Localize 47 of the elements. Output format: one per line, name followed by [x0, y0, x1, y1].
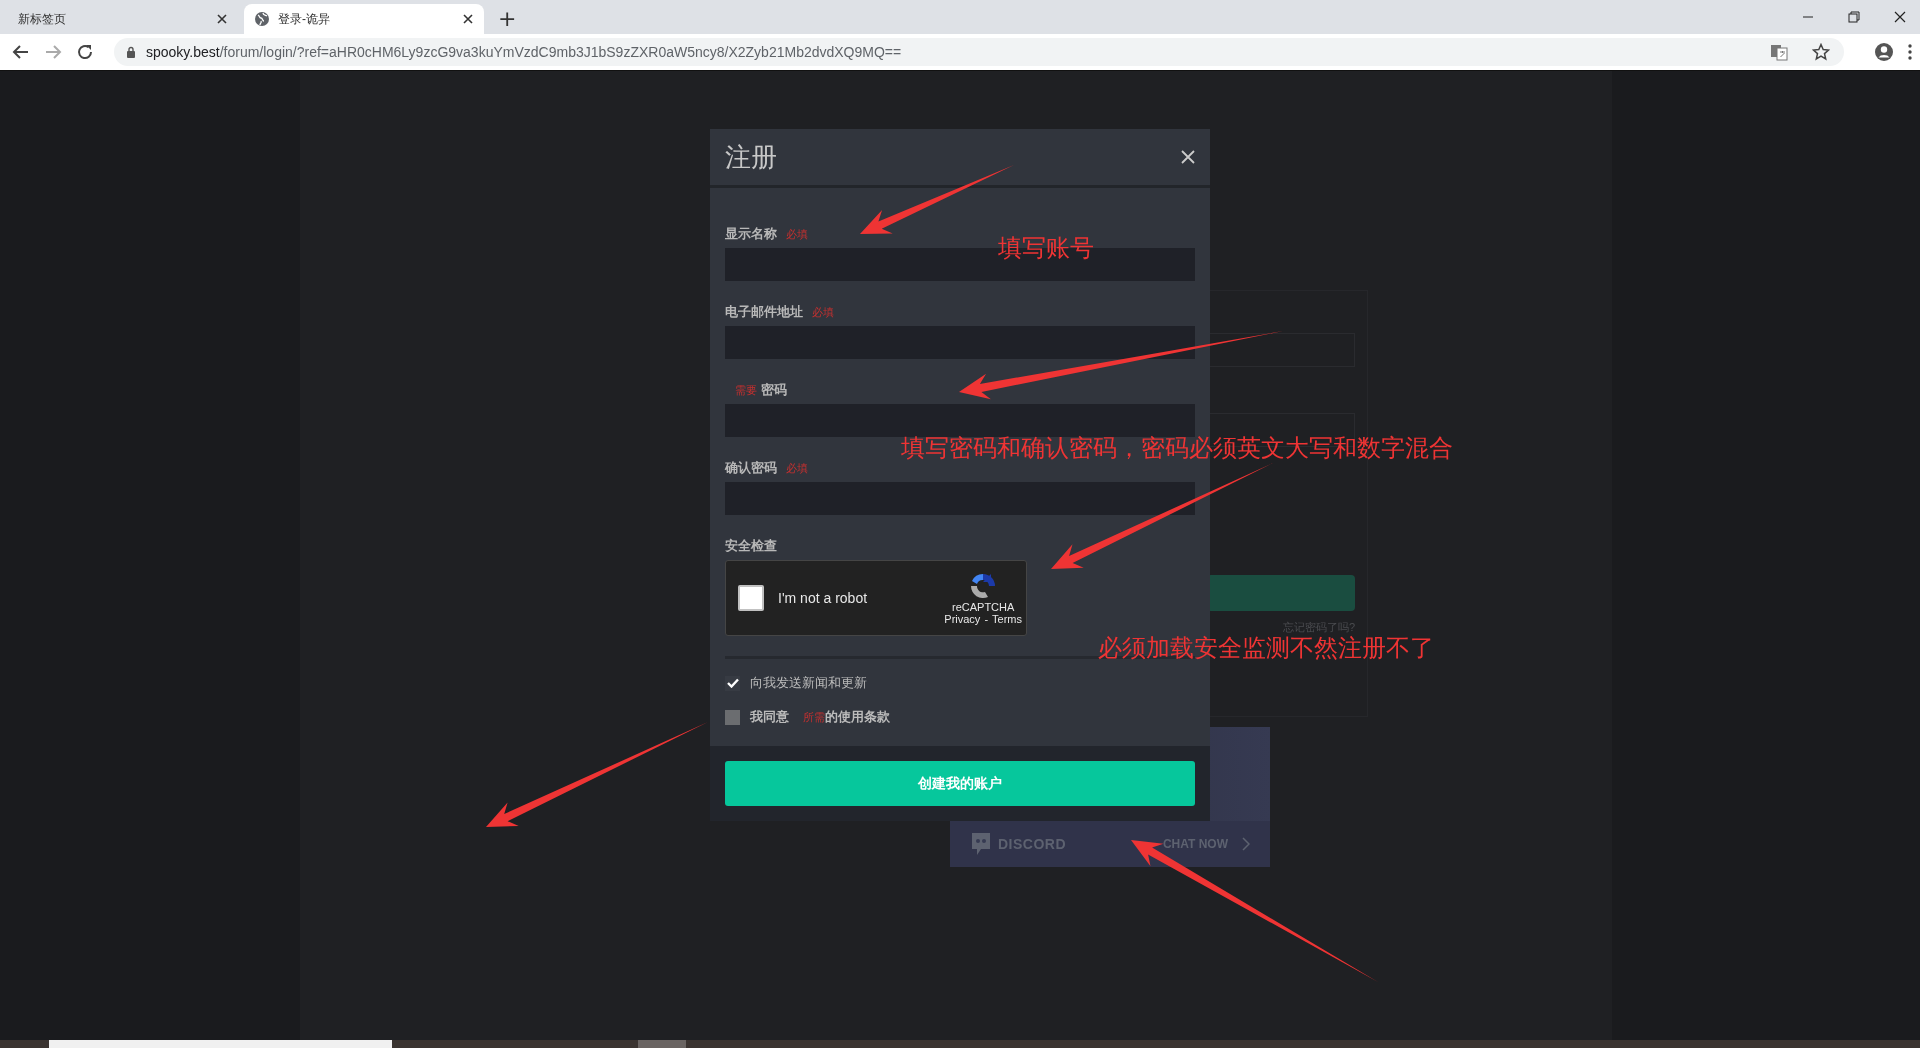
lock-icon — [126, 46, 136, 58]
separator-text: - — [984, 613, 989, 625]
field-label: 确认密码 — [725, 459, 777, 477]
browser-tab[interactable]: 登录-诡异 — [244, 4, 484, 34]
annotation-text: 填写账号 — [998, 233, 1094, 263]
checkbox-label: 我同意 — [750, 708, 789, 726]
checkbox[interactable] — [725, 675, 740, 691]
privacy-link[interactable]: Privacy — [944, 613, 981, 625]
field-label: 显示名称 — [725, 225, 777, 243]
annotation-text: 必须加载安全监测不然注册不了 — [1098, 633, 1434, 663]
terms-link[interactable]: Terms — [992, 613, 1022, 625]
star-icon[interactable] — [1812, 43, 1830, 61]
recaptcha-brand: reCAPTCHA — [952, 601, 1015, 613]
required-tag: 必填 — [812, 304, 834, 320]
terms-link[interactable]: 的使用条款 — [825, 708, 890, 726]
url-text: spooky.best/forum/login/?ref=aHR0cHM6Ly9zcG9va3kuYmVzdC9mb3J1bS9zZXR0aW5ncy8/X2Zyb21Mb2dvdXQ9MQ== — [146, 44, 902, 60]
captcha-checkbox[interactable] — [738, 585, 764, 611]
required-tag: 必填 — [786, 226, 808, 242]
account-icon[interactable] — [1874, 42, 1894, 62]
menu-icon[interactable] — [1908, 44, 1912, 60]
restore-icon[interactable] — [1848, 11, 1860, 23]
translate-icon[interactable] — [1770, 43, 1788, 61]
reload-icon[interactable] — [76, 43, 94, 61]
field-label: 电子邮件地址 — [725, 303, 803, 321]
dialog-title: 注册 — [725, 140, 777, 174]
forward-icon[interactable] — [44, 43, 62, 61]
input-field[interactable] — [725, 326, 1195, 359]
close-icon[interactable] — [462, 13, 474, 25]
required-tag: 所需 — [803, 709, 825, 725]
back-icon[interactable] — [12, 43, 30, 61]
input-field[interactable] — [725, 482, 1195, 515]
chat-bubble-icon — [970, 832, 992, 856]
required-tag: 需要 — [735, 382, 757, 398]
required-tag: 必填 — [786, 460, 808, 476]
field-label: 密码 — [761, 381, 787, 399]
address-bar[interactable]: spooky.best/forum/login/?ref=aHR0cHM6Ly9zcG9va3kuYmVzdC9mb3J1bS9zZXR0aW5ncy8/X2Zyb21Mb2dvdXQ9MQ== — [114, 38, 1844, 66]
checkbox[interactable] — [725, 709, 740, 725]
check-icon — [726, 678, 739, 688]
globe-icon — [254, 11, 270, 27]
captcha-label: I'm not a robot — [778, 590, 869, 606]
field-label: 安全检查 — [725, 537, 778, 555]
new-tab-button[interactable]: + — [494, 8, 521, 30]
browser-tab[interactable]: 新标签页 — [8, 4, 238, 34]
close-icon[interactable] — [1894, 11, 1906, 23]
checkbox-label: 向我发送新闻和更新 — [750, 674, 867, 692]
close-icon[interactable] — [216, 13, 228, 25]
annotation-text: 填写密码和确认密码，密码必须英文大写和数字混合 — [901, 433, 1453, 463]
